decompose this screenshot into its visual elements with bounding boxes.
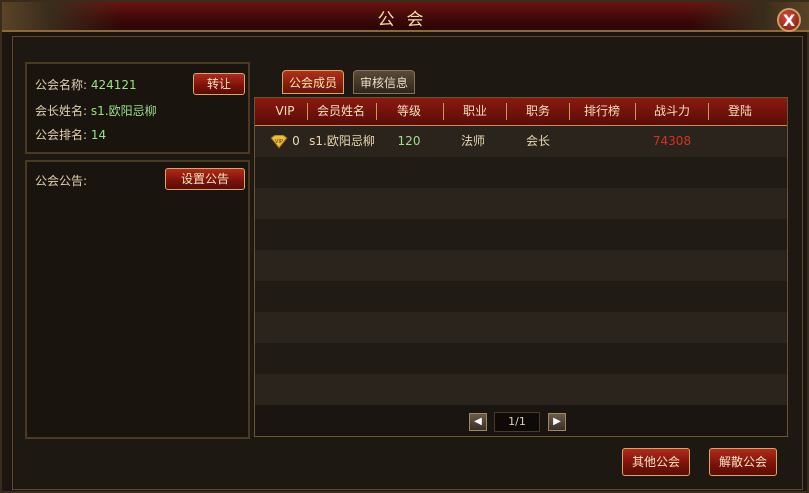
header-power[interactable]: 战斗力 (637, 98, 707, 125)
svg-text:VIP: VIP (275, 139, 283, 145)
guild-name-row: 公会名称: 424121 (35, 76, 137, 93)
close-icon[interactable]: X (777, 8, 801, 32)
prev-page-icon[interactable]: ◀ (469, 413, 487, 431)
header-class[interactable]: 职业 (445, 98, 505, 125)
table-row (255, 374, 787, 405)
table-row (255, 188, 787, 219)
table-row (255, 312, 787, 343)
guild-window: 公会 X 公会名称: 424121 会长姓名: s1.欧阳忌柳 公会排名: 14… (0, 0, 809, 493)
guild-name-value: 424121 (90, 78, 137, 92)
disband-guild-button[interactable]: 解散公会 (709, 448, 777, 476)
members-table: VIP 会员姓名 等级 职业 职务 排行榜 战斗力 登陆 VIP 0 s1.欧阳… (254, 97, 788, 437)
header-level[interactable]: 等级 (379, 98, 439, 125)
guild-rank-value: 14 (90, 128, 107, 142)
guild-notice-panel: 公会公告: 设置公告 (25, 160, 250, 439)
table-row (255, 281, 787, 312)
table-row (255, 157, 787, 188)
transfer-button[interactable]: 转让 (193, 73, 245, 95)
member-level: 120 (397, 134, 421, 148)
guild-rank-row: 公会排名: 14 (35, 126, 106, 143)
table-row (255, 343, 787, 374)
leader-name-label: 会长姓名: (35, 104, 88, 118)
header-vip[interactable]: VIP (265, 98, 305, 125)
table-row (255, 250, 787, 281)
member-name: s1.欧阳忌柳 (309, 134, 375, 148)
vip-level: 0 (292, 134, 300, 148)
member-class: 法师 (460, 134, 485, 148)
table-row (255, 219, 787, 250)
header-login[interactable]: 登陆 (710, 98, 770, 125)
header-member-name[interactable]: 会员姓名 (309, 98, 373, 125)
next-page-icon[interactable]: ▶ (548, 413, 566, 431)
notice-label: 公会公告: (35, 174, 88, 188)
vip-icon: VIP (269, 126, 289, 161)
table-header: VIP 会员姓名 等级 职业 职务 排行榜 战斗力 登陆 (255, 98, 787, 126)
other-guilds-button[interactable]: 其他公会 (622, 448, 690, 476)
header-position[interactable]: 职务 (508, 98, 568, 125)
member-power: 74308 (652, 134, 692, 148)
title-bar: 公会 (2, 2, 809, 32)
tab-review-info[interactable]: 审核信息 (353, 70, 415, 94)
table-row[interactable]: VIP 0 s1.欧阳忌柳 120 法师 会长 74308 (255, 126, 787, 157)
leader-name-value: s1.欧阳忌柳 (90, 104, 157, 118)
page-indicator: 1/1 (494, 412, 540, 432)
guild-rank-label: 公会排名: (35, 128, 88, 142)
member-position: 会长 (525, 134, 550, 148)
leader-name-row: 会长姓名: s1.欧阳忌柳 (35, 102, 157, 119)
window-title: 公会 (377, 10, 436, 30)
tab-guild-members[interactable]: 公会成员 (282, 70, 344, 94)
set-notice-button[interactable]: 设置公告 (165, 168, 245, 190)
guild-name-label: 公会名称: (35, 78, 88, 92)
guild-info-panel: 公会名称: 424121 会长姓名: s1.欧阳忌柳 公会排名: 14 转让 (25, 62, 250, 154)
header-rank[interactable]: 排行榜 (571, 98, 633, 125)
